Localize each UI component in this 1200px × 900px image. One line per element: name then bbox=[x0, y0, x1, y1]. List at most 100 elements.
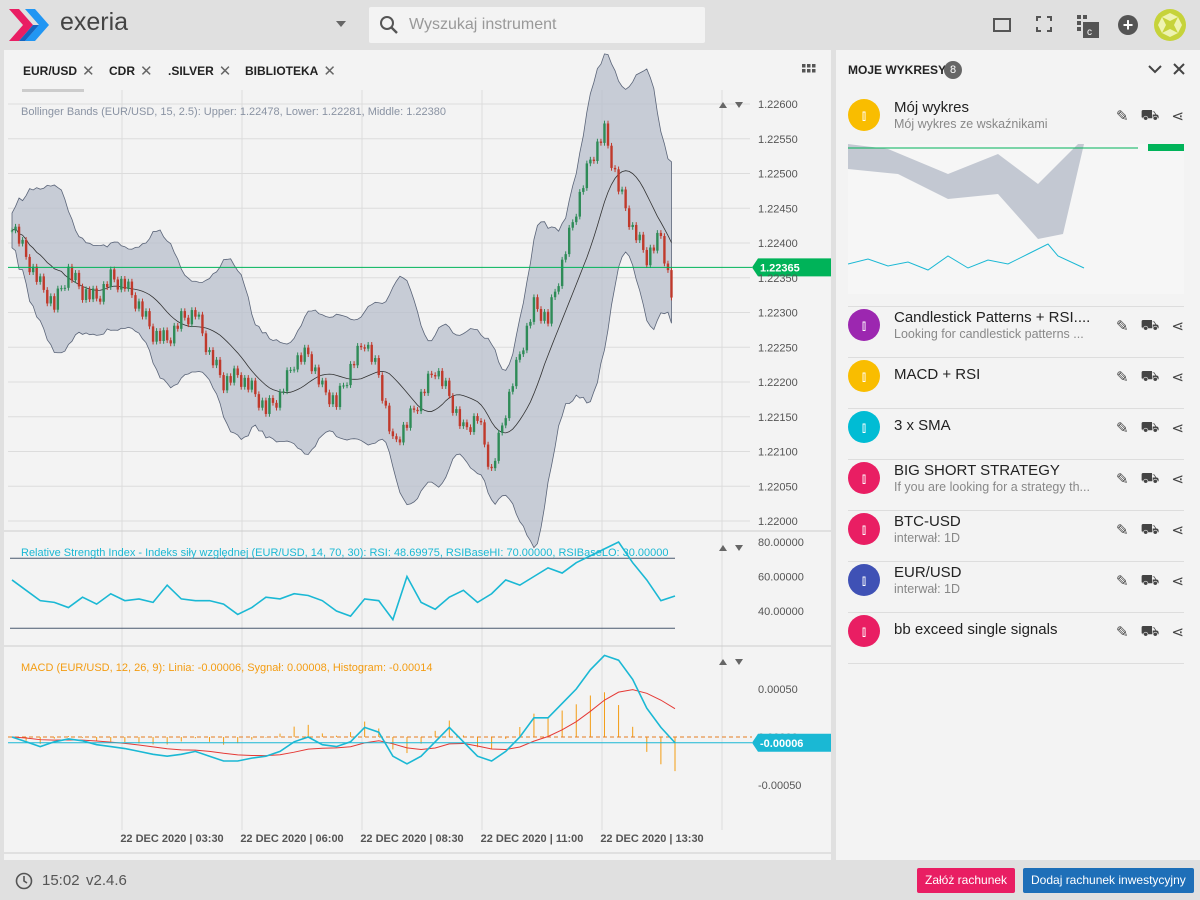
candle bbox=[511, 386, 514, 392]
candle bbox=[433, 375, 437, 377]
price-tick-label: 1.22050 bbox=[758, 481, 798, 493]
time-axis-label: 22 DEC 2020 | 03:30 bbox=[120, 833, 223, 845]
candle bbox=[564, 254, 567, 260]
candle bbox=[49, 296, 52, 304]
candle bbox=[645, 249, 648, 266]
candle bbox=[28, 256, 31, 273]
basket-icon[interactable]: ⛟ bbox=[1141, 572, 1160, 591]
price-tick-label: 1.22500 bbox=[758, 169, 798, 181]
share-icon[interactable]: ⋖ bbox=[1171, 623, 1184, 642]
saved-chart-item[interactable]: ⫾ Mój wykres Mój wykres ze wskaźnikami ✎… bbox=[848, 97, 1184, 307]
dropdown-caret-icon[interactable] bbox=[336, 21, 346, 27]
candle bbox=[180, 311, 183, 329]
candle bbox=[448, 380, 451, 396]
basket-icon[interactable]: ⛟ bbox=[1141, 107, 1160, 126]
candle bbox=[46, 289, 49, 304]
candle bbox=[232, 368, 236, 383]
price-chart[interactable]: 1.223651.226001.225501.225001.224501.224… bbox=[4, 50, 831, 860]
candle bbox=[243, 377, 246, 387]
window-layout-icon[interactable] bbox=[993, 18, 1011, 32]
candle bbox=[553, 291, 557, 298]
candle bbox=[483, 422, 486, 445]
edit-icon[interactable]: ✎ bbox=[1116, 419, 1129, 438]
price-tick-label: 1.22350 bbox=[758, 273, 798, 285]
search-box[interactable] bbox=[369, 7, 705, 43]
candle bbox=[63, 287, 67, 289]
item-title: BIG SHORT STRATEGY bbox=[894, 462, 1060, 479]
candle bbox=[462, 422, 465, 427]
basket-icon[interactable]: ⛟ bbox=[1141, 623, 1160, 642]
candle bbox=[539, 309, 543, 321]
saved-chart-item[interactable]: ⫾ BIG SHORT STRATEGY If you are looking … bbox=[848, 460, 1184, 511]
search-input[interactable] bbox=[409, 7, 699, 43]
saved-chart-item[interactable]: ⫾ EUR/USD interwał: 1D ✎ ⛟ ⋖ bbox=[848, 562, 1184, 613]
candle bbox=[81, 286, 84, 300]
add-icon[interactable]: + bbox=[1118, 15, 1138, 35]
candle bbox=[148, 311, 151, 327]
candle bbox=[423, 391, 426, 394]
edit-icon[interactable]: ✎ bbox=[1116, 623, 1129, 642]
share-icon[interactable]: ⋖ bbox=[1171, 368, 1184, 387]
item-title: bb exceed single signals bbox=[894, 621, 1058, 638]
share-icon[interactable]: ⋖ bbox=[1171, 419, 1184, 438]
saved-chart-item[interactable]: ⫾ bb exceed single signals ✎ ⛟ ⋖ bbox=[848, 613, 1184, 664]
candlestick-icon: ⫾ bbox=[848, 309, 880, 341]
candle bbox=[321, 380, 324, 385]
candle bbox=[303, 347, 306, 362]
edit-icon[interactable]: ✎ bbox=[1116, 317, 1129, 336]
candle bbox=[134, 295, 137, 309]
candle bbox=[77, 272, 81, 287]
candle bbox=[627, 208, 631, 228]
avatar[interactable] bbox=[1154, 9, 1186, 41]
close-icon[interactable] bbox=[1173, 63, 1185, 75]
edit-icon[interactable]: ✎ bbox=[1116, 572, 1129, 591]
saved-chart-item[interactable]: ⫾ Candlestick Patterns + RSI.... Looking… bbox=[848, 307, 1184, 358]
candle bbox=[275, 402, 278, 408]
candle bbox=[165, 330, 169, 341]
candle bbox=[366, 344, 370, 349]
calendar-widget-icon[interactable]: c bbox=[1077, 15, 1101, 39]
candle bbox=[211, 350, 215, 366]
add-investment-account-button[interactable]: Dodaj rachunek inwestycyjny bbox=[1023, 868, 1194, 893]
candle bbox=[504, 418, 507, 426]
chevron-down-icon[interactable] bbox=[1148, 64, 1162, 74]
macd-tick-label: -0.00050 bbox=[758, 780, 801, 792]
candle bbox=[557, 286, 560, 292]
open-account-button[interactable]: Załóż rachunek bbox=[917, 868, 1016, 893]
candle bbox=[388, 405, 391, 432]
count-badge: 8 bbox=[944, 61, 962, 79]
basket-icon[interactable]: ⛟ bbox=[1141, 419, 1160, 438]
candle bbox=[285, 370, 289, 392]
share-icon[interactable]: ⋖ bbox=[1171, 572, 1184, 591]
basket-icon[interactable]: ⛟ bbox=[1141, 470, 1160, 489]
candle bbox=[508, 391, 511, 419]
edit-icon[interactable]: ✎ bbox=[1116, 470, 1129, 489]
candle bbox=[130, 281, 134, 296]
panel-title: MOJE WYKRESY bbox=[848, 63, 947, 77]
candle bbox=[603, 123, 606, 143]
edit-icon[interactable]: ✎ bbox=[1116, 107, 1129, 126]
share-icon[interactable]: ⋖ bbox=[1171, 107, 1184, 126]
basket-icon[interactable]: ⛟ bbox=[1141, 521, 1160, 540]
price-tick-label: 1.22200 bbox=[758, 377, 798, 389]
item-subtitle: If you are looking for a strategy th... bbox=[894, 480, 1090, 494]
price-tick-label: 1.22300 bbox=[758, 308, 798, 320]
candle bbox=[377, 358, 380, 376]
candle bbox=[137, 301, 141, 309]
saved-chart-item[interactable]: ⫾ BTC-USD interwał: 1D ✎ ⛟ ⋖ bbox=[848, 511, 1184, 562]
candle bbox=[599, 141, 603, 143]
basket-icon[interactable]: ⛟ bbox=[1141, 368, 1160, 387]
candle bbox=[42, 276, 45, 290]
share-icon[interactable]: ⋖ bbox=[1171, 470, 1184, 489]
candle bbox=[24, 239, 28, 257]
saved-chart-item[interactable]: ⫾ 3 x SMA ✎ ⛟ ⋖ bbox=[848, 409, 1184, 460]
candle bbox=[515, 359, 518, 387]
fullscreen-icon[interactable] bbox=[1036, 16, 1052, 32]
edit-icon[interactable]: ✎ bbox=[1116, 521, 1129, 540]
time-axis-label: 22 DEC 2020 | 08:30 bbox=[360, 833, 463, 845]
saved-chart-item[interactable]: ⫾ MACD + RSI ✎ ⛟ ⋖ bbox=[848, 358, 1184, 409]
edit-icon[interactable]: ✎ bbox=[1116, 368, 1129, 387]
basket-icon[interactable]: ⛟ bbox=[1141, 317, 1160, 336]
share-icon[interactable]: ⋖ bbox=[1171, 521, 1184, 540]
share-icon[interactable]: ⋖ bbox=[1171, 317, 1184, 336]
